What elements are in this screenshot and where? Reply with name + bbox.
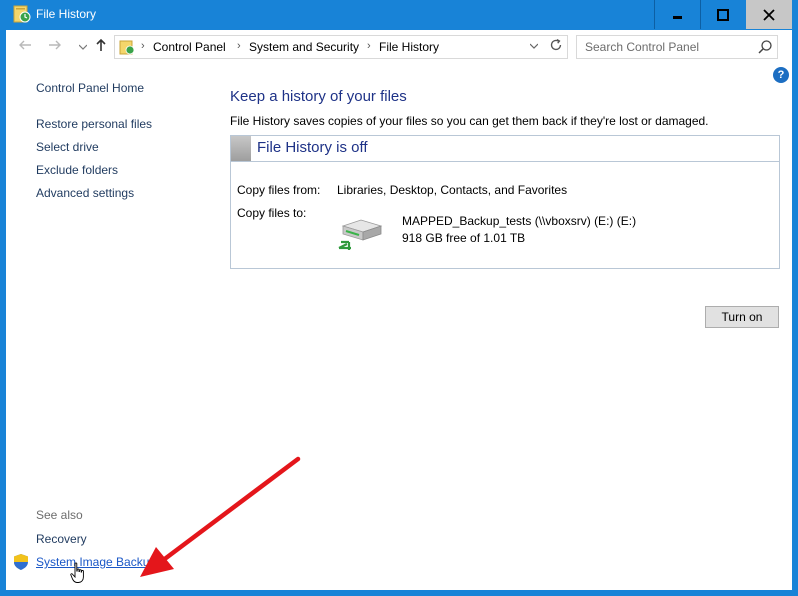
up-button[interactable]: [92, 38, 110, 56]
address-bar[interactable]: › Control Panel › System and Security › …: [114, 35, 568, 59]
backup-drive-free-space: 918 GB free of 1.01 TB: [402, 231, 526, 245]
uac-shield-icon: [14, 554, 28, 570]
title-bar[interactable]: File History: [0, 0, 798, 30]
back-arrow-icon: [19, 40, 31, 50]
breadcrumb-file-history[interactable]: File History: [379, 40, 439, 54]
chevron-down-icon: [529, 43, 539, 49]
forward-arrow-icon: [49, 40, 61, 50]
address-dropdown-button[interactable]: [529, 41, 539, 51]
maximize-button[interactable]: [700, 0, 746, 29]
breadcrumb-separator-icon: ›: [141, 40, 145, 52]
refresh-icon: [550, 38, 562, 51]
search-input[interactable]: [577, 36, 753, 58]
page-title: Keep a history of your files: [230, 88, 407, 105]
network-drive-icon: [338, 219, 383, 250]
annotation-arrow-icon: [140, 456, 301, 577]
copy-from-label: Copy files from:: [237, 183, 321, 197]
navigation-bar: › Control Panel › System and Security › …: [6, 30, 792, 64]
status-indicator: [231, 136, 251, 161]
window-body: › Control Panel › System and Security › …: [6, 30, 792, 590]
search-icon[interactable]: [757, 39, 773, 55]
minimize-button[interactable]: [654, 0, 700, 29]
window-bottom-border: [0, 590, 798, 596]
control-panel-icon: [119, 40, 135, 55]
refresh-button[interactable]: [549, 38, 563, 55]
window-title: File History: [36, 7, 97, 21]
advanced-settings-link[interactable]: Advanced settings: [36, 186, 134, 200]
search-box[interactable]: [576, 35, 778, 59]
copy-to-label: Copy files to:: [237, 206, 307, 220]
backup-drive-name: MAPPED_Backup_tests (\\vboxsrv) (E:) (E:…: [402, 214, 637, 228]
file-history-icon: [13, 5, 31, 23]
breadcrumb-control-panel[interactable]: Control Panel: [153, 40, 226, 54]
exclude-folders-link[interactable]: Exclude folders: [36, 163, 118, 177]
back-button[interactable]: [16, 38, 34, 56]
status-header: File History is off: [231, 136, 779, 162]
main-content: Keep a history of your files File Histor…: [230, 64, 786, 590]
file-history-status-panel: File History is off Copy files from: Lib…: [230, 135, 780, 269]
page-description: File History saves copies of your files …: [230, 114, 709, 128]
up-arrow-icon: [96, 38, 106, 51]
restore-personal-files-link[interactable]: Restore personal files: [36, 117, 152, 131]
forward-button[interactable]: [46, 38, 64, 56]
breadcrumb-separator-icon: ›: [237, 40, 241, 52]
turn-on-button[interactable]: Turn on: [705, 306, 779, 328]
chevron-down-icon: [78, 44, 88, 50]
status-text: File History is off: [257, 139, 368, 156]
close-button[interactable]: [746, 0, 792, 29]
copy-from-value: Libraries, Desktop, Contacts, and Favori…: [337, 183, 568, 197]
breadcrumb-system-and-security[interactable]: System and Security: [249, 40, 359, 54]
hand-cursor-icon: [70, 562, 84, 583]
see-also-heading: See also: [36, 508, 83, 522]
breadcrumb-separator-icon: ›: [367, 40, 371, 52]
recovery-link[interactable]: Recovery: [36, 532, 87, 546]
select-drive-link[interactable]: Select drive: [36, 140, 99, 154]
control-panel-home-link[interactable]: Control Panel Home: [36, 81, 144, 95]
recent-locations-dropdown[interactable]: [74, 38, 92, 56]
close-icon: [763, 8, 775, 21]
